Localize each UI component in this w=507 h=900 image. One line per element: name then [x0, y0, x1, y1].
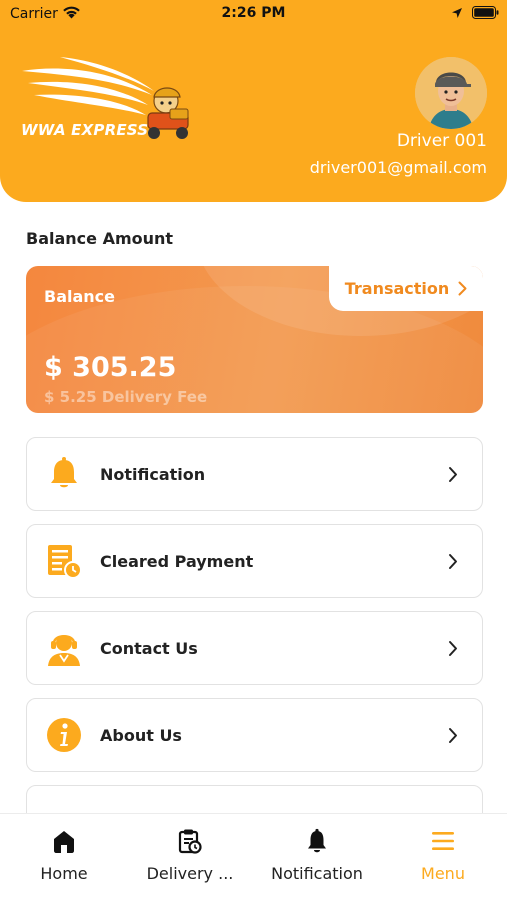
tab-label: Menu [421, 864, 465, 883]
menu-item-about-us[interactable]: About Us [26, 698, 483, 772]
tab-menu[interactable]: Menu [380, 814, 506, 900]
status-bar: Carrier 2:26 PM [0, 0, 507, 28]
location-arrow-icon [452, 8, 462, 18]
bell-icon [51, 457, 77, 488]
tab-label: Notification [271, 864, 363, 883]
chevron-right-icon [449, 554, 457, 569]
bottom-tab-bar: Home Delivery ... Notification Menu [0, 813, 507, 900]
delivery-fee: $ 5.25 Delivery Fee [44, 388, 208, 406]
tab-home[interactable]: Home [1, 814, 127, 900]
menu-item-label: About Us [100, 726, 182, 745]
menu-item-label: Notification [100, 465, 206, 484]
chevron-right-icon [449, 728, 457, 743]
menu-item-notification[interactable]: Notification [26, 437, 483, 511]
menu-item-label: Contact Us [100, 639, 198, 658]
chevron-right-icon [449, 467, 457, 482]
driver-email: driver001@gmail.com [309, 158, 487, 177]
info-icon [47, 718, 81, 752]
balance-section-title: Balance Amount [26, 229, 174, 248]
driver-name: Driver 001 [396, 131, 487, 151]
menu-icon [432, 832, 454, 850]
chevron-right-icon [449, 641, 457, 656]
driver-avatar[interactable] [415, 57, 487, 129]
support-agent-icon [48, 635, 80, 666]
tab-delivery[interactable]: Delivery ... [127, 814, 253, 900]
menu-item-contact-us[interactable]: Contact Us [26, 611, 483, 685]
tab-notification[interactable]: Notification [254, 814, 380, 900]
balance-label: Balance [44, 287, 115, 306]
delivery-clipboard-icon [178, 829, 202, 854]
transaction-label: Transaction [344, 279, 450, 298]
balance-amount: $ 305.25 [44, 352, 177, 383]
driver-avatar-illustration [415, 57, 487, 129]
tab-label: Home [40, 864, 88, 883]
menu-item-cleared-payment[interactable]: Cleared Payment [26, 524, 483, 598]
logo-text: WWA EXPRESS [21, 121, 149, 139]
battery-icon [472, 6, 499, 19]
transaction-button[interactable]: Transaction [329, 266, 483, 311]
home-icon [54, 831, 74, 853]
clock: 2:26 PM [221, 5, 286, 21]
bell-icon [308, 828, 326, 853]
payment-document-icon [48, 545, 82, 579]
chevron-right-icon [458, 281, 467, 296]
tab-label: Delivery ... [146, 864, 234, 883]
profile-header: Carrier 2:26 PM WWA EXPRESS Driver 001 d… [0, 0, 507, 202]
wwa-express-logo: WWA EXPRESS [20, 55, 192, 143]
menu-item-label: Cleared Payment [100, 552, 254, 571]
balance-card: Balance $ 305.25 $ 5.25 Delivery Fee Tra… [26, 266, 483, 413]
